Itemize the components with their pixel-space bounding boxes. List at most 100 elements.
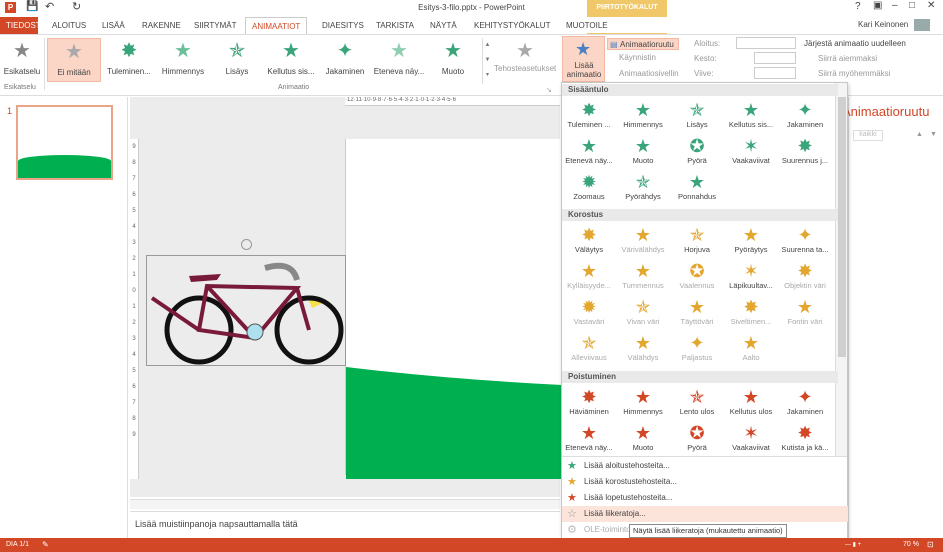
effect-emphasis-item[interactable]: ★ Tummennus (616, 261, 670, 297)
effect-entrance-item[interactable]: ★ Ponnahdus (670, 172, 724, 208)
effect-emphasis-item[interactable]: ★ Kylläisyyde... (562, 261, 616, 297)
tab-animations[interactable]: ANIMAATIOT (245, 17, 308, 34)
effect-exit-item[interactable]: ★ Muoto (616, 423, 670, 459)
effect-emphasis-item[interactable]: ★ Aalto (724, 333, 778, 369)
user-name[interactable]: Kari Keinonen (858, 20, 908, 29)
more-emphasis-effects[interactable]: ★ Lisää korostustehosteita... (562, 474, 848, 490)
effect-emphasis-item[interactable]: ★ Täyttöväri (670, 297, 724, 333)
maximize-icon[interactable]: □ (909, 0, 915, 11)
gallery-item-appear[interactable]: ✸ Tuleminen... (102, 38, 156, 82)
avatar[interactable] (914, 19, 930, 31)
trigger-button[interactable]: Käynnistin (619, 53, 656, 62)
effect-emphasis-item[interactable]: ✸ Siveltimen... (724, 297, 778, 333)
add-animation-button[interactable]: ★ Lisää animaatio (562, 36, 605, 82)
effect-emphasis-item[interactable]: ★ Värivälähdys (616, 225, 670, 261)
tab-format[interactable]: MUOTOILE (560, 17, 614, 34)
effect-emphasis-item[interactable]: ✶ Läpikuultav... (724, 261, 778, 297)
move-later-button[interactable]: Siirrä myöhemmäksi (818, 69, 890, 78)
effect-entrance-item[interactable]: ★ Himmennys (616, 100, 670, 136)
tab-review[interactable]: TARKISTA (370, 17, 420, 34)
bicycle-image[interactable] (146, 255, 346, 366)
effect-exit-item[interactable]: ✸ Kutista ja kä... (778, 423, 832, 459)
effect-emphasis-item[interactable]: ✹ Vastaväri (562, 297, 616, 333)
effect-emphasis-item[interactable]: ✯ Horjuva (670, 225, 724, 261)
effect-entrance-item[interactable]: ★ Muoto (616, 136, 670, 172)
tab-file[interactable]: TIEDOSTO (0, 17, 47, 34)
move-up-arrow-icon[interactable]: ▲ (916, 131, 923, 138)
effect-emphasis-item[interactable]: ★ Fontin väri (778, 297, 832, 333)
preview-button[interactable]: ★ Esikatselu (3, 38, 41, 82)
scroll-thumb[interactable] (838, 97, 846, 357)
effect-entrance-item[interactable]: ★ Kellutus sis... (724, 100, 778, 136)
effect-emphasis-item[interactable]: ✦ Paljastus (670, 333, 724, 369)
effect-exit-item[interactable]: ✦ Jakaminen (778, 387, 832, 423)
effect-exit-item[interactable]: ★ Himmennys (616, 387, 670, 423)
tab-transitions[interactable]: SIIRTYMÄT (188, 17, 243, 34)
close-icon[interactable]: ✕ (927, 0, 935, 11)
tab-slideshow[interactable]: DIAESITYS (316, 17, 370, 34)
effect-emphasis-item[interactable]: ★ Pyöräytys (724, 225, 778, 261)
zoom-level[interactable]: 70 % (903, 538, 919, 552)
notes-placeholder[interactable]: Lisää muistiinpanoja napsauttamalla tätä (135, 519, 298, 529)
effect-exit-item[interactable]: ✸ Häviäminen (562, 387, 616, 423)
effect-entrance-item[interactable]: ✪ Pyörä (670, 136, 724, 172)
animation-painter-button[interactable]: Animaatiosivellin (619, 69, 679, 78)
gallery-item-fade[interactable]: ★ Himmennys (156, 38, 210, 82)
gallery-item-float-in[interactable]: ★ Kellutus sis... (264, 38, 318, 82)
tab-insert[interactable]: LISÄÄ (96, 17, 131, 34)
gallery-item-shape[interactable]: ★ Muoto (426, 38, 480, 82)
rotate-handle[interactable] (241, 239, 252, 250)
gallery-item-split[interactable]: ✦ Jakaminen (318, 38, 372, 82)
tab-developer[interactable]: KEHITYSTYÖKALUT (468, 17, 556, 34)
more-motion-paths[interactable]: ☆ Lisää liikeratoja... (562, 506, 848, 522)
undo-icon[interactable]: ↶ (45, 0, 54, 13)
effect-emphasis-item[interactable]: ✪ Vaalennus (670, 261, 724, 297)
effect-exit-item[interactable]: ★ Etenevä näy... (562, 423, 616, 459)
gallery-scroll[interactable]: ▲ ▼ ▾ (482, 38, 492, 84)
effect-exit-item[interactable]: ✯ Lento ulos (670, 387, 724, 423)
horizontal-scrollbar[interactable] (130, 499, 560, 509)
start-select[interactable] (736, 37, 796, 49)
pane-play-all-button[interactable]: kaikki (853, 130, 883, 141)
effect-emphasis-item[interactable]: ✸ Objektin väri (778, 261, 832, 297)
animation-pane-button[interactable]: ▤ Animaatioruutu (607, 38, 679, 50)
dropdown-scrollbar[interactable] (835, 83, 847, 456)
effect-entrance-item[interactable]: ✸ Tuleminen ... (562, 100, 616, 136)
effect-entrance-item[interactable]: ✹ Zoomaus (562, 172, 616, 208)
slide-thumbnail[interactable] (16, 105, 113, 180)
move-down-arrow-icon[interactable]: ▼ (930, 131, 937, 138)
tab-design[interactable]: RAKENNE (136, 17, 187, 34)
gallery-item-wipe[interactable]: ★ Eteneva näy... (372, 38, 426, 82)
effect-entrance-item[interactable]: ✸ Suurennus j... (778, 136, 832, 172)
effect-exit-item[interactable]: ✪ Pyörä (670, 423, 724, 459)
gallery-item-fly-in[interactable]: ✯ Lisäys (210, 38, 264, 82)
gallery-item-none[interactable]: ★ Ei mitään (47, 38, 101, 82)
tab-view[interactable]: NÄYTÄ (424, 17, 463, 34)
effect-emphasis-item[interactable]: ✸ Väläytys (562, 225, 616, 261)
save-icon[interactable]: 💾 (26, 1, 38, 12)
effect-entrance-item[interactable]: ✯ Lisäys (670, 100, 724, 136)
effect-options-button[interactable]: ★ Tehosteasetukset (494, 38, 556, 82)
effect-emphasis-item[interactable]: ★ Välähdys (616, 333, 670, 369)
help-icon[interactable]: ? (855, 1, 861, 12)
effect-entrance-item[interactable]: ✦ Jakaminen (778, 100, 832, 136)
minimize-icon[interactable]: – (892, 0, 898, 11)
effect-emphasis-item[interactable]: ✦ Suurenna ta... (778, 225, 832, 261)
move-earlier-button[interactable]: Siirrä aiemmaksi (818, 54, 877, 63)
fit-to-window-icon[interactable]: ⊡ (927, 538, 934, 552)
effect-emphasis-item[interactable]: ✯ Vivan väri (616, 297, 670, 333)
effect-exit-item[interactable]: ★ Kellutus ulos (724, 387, 778, 423)
zoom-slider[interactable]: — ▮ + (845, 538, 861, 552)
more-exit-effects[interactable]: ★ Lisää lopetustehosteita... (562, 490, 848, 506)
effect-entrance-item[interactable]: ★ Etenevä näy... (562, 136, 616, 172)
spellcheck-icon[interactable]: ✎ (42, 538, 49, 552)
effect-emphasis-item[interactable]: ✯ Alleviivaus (562, 333, 616, 369)
effect-entrance-item[interactable]: ✶ Vaakaviivat (724, 136, 778, 172)
effect-entrance-item[interactable]: ✯ Pyörähdys (616, 172, 670, 208)
duration-input[interactable] (754, 52, 796, 64)
effect-exit-item[interactable]: ✶ Vaakaviivat (724, 423, 778, 459)
redo-icon[interactable]: ↻ (72, 0, 81, 13)
more-entrance-effects[interactable]: ★ Lisää aloitustehosteita... (562, 458, 848, 474)
dialog-launcher-icon[interactable]: ↘ (546, 86, 552, 94)
slide[interactable] (345, 139, 562, 479)
